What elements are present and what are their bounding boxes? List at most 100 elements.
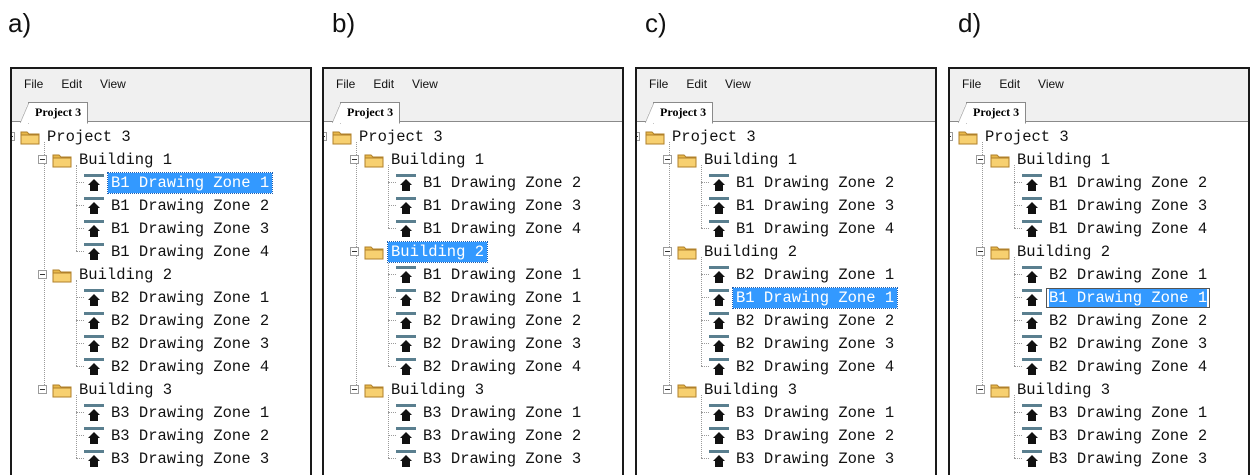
tree-node-building[interactable]: Building 3 [976,378,1113,401]
collapse-toggle-icon[interactable] [976,247,985,256]
collapse-toggle-icon[interactable] [38,155,47,164]
collapse-toggle-icon[interactable] [350,385,359,394]
collapse-toggle-icon[interactable] [38,270,47,279]
menu-file[interactable]: File [24,77,43,91]
tree-node-zone[interactable]: B3 Drawing Zone 2 [1022,424,1210,447]
tree-node-zone[interactable]: B1 Drawing Zone 2 [396,171,584,194]
menu-file[interactable]: File [962,77,981,91]
collapse-toggle-icon[interactable] [663,155,672,164]
menu-view[interactable]: View [1038,77,1064,91]
tree-node-zone[interactable]: B1 Drawing Zone 2 [84,194,272,217]
tree-node-zone[interactable]: B1 Drawing Zone 4 [709,217,897,240]
tree-node-zone[interactable]: B2 Drawing Zone 1 [396,286,584,309]
collapse-toggle-icon[interactable] [350,247,359,256]
menu-edit[interactable]: Edit [686,77,707,91]
tree-node-building[interactable]: Building 2 [976,240,1113,263]
tree-node-zone[interactable]: B1 Drawing Zone 3 [396,194,584,217]
tree-node-zone[interactable]: B1 Drawing Zone 4 [1022,217,1210,240]
tab-project[interactable]: Project 3 [957,102,1027,124]
tree-node-zone[interactable]: B2 Drawing Zone 1 [709,263,897,286]
tree-node-zone[interactable]: B1 Drawing Zone 1 [84,171,274,194]
drawing-zone-icon [1022,426,1042,445]
tree-node-zone[interactable]: B1 Drawing Zone 3 [709,194,897,217]
tree-node-building[interactable]: Building 3 [350,378,487,401]
tree-node-zone[interactable]: B2 Drawing Zone 2 [1022,309,1210,332]
tree-node-zone[interactable]: B2 Drawing Zone 2 [84,309,272,332]
tree-node-project[interactable]: Project 3 [12,125,134,148]
tree-node-building[interactable]: Building 1 [38,148,175,171]
tree-node-zone[interactable]: B2 Drawing Zone 1 [84,286,272,309]
tree-node-building[interactable]: Building 1 [350,148,487,171]
tree-node-zone[interactable]: B3 Drawing Zone 2 [84,424,272,447]
tree-node-project[interactable]: Project 3 [324,125,446,148]
tree-node-zone[interactable]: B1 Drawing Zone 2 [1022,171,1210,194]
tree-node-zone[interactable]: B2 Drawing Zone 3 [84,332,272,355]
tree-node-zone[interactable]: B3 Drawing Zone 1 [84,401,272,424]
tree-node-project[interactable]: Project 3 [950,125,1072,148]
tree-node-zone[interactable]: B1 Drawing Zone 4 [84,240,272,263]
menu-edit[interactable]: Edit [373,77,394,91]
menu-edit[interactable]: Edit [61,77,82,91]
drawing-zone-icon [709,265,729,284]
tree-node-zone[interactable]: B3 Drawing Zone 2 [709,424,897,447]
collapse-toggle-icon[interactable] [663,247,672,256]
menu-view[interactable]: View [725,77,751,91]
collapse-toggle-icon[interactable] [637,132,640,141]
tab-project[interactable]: Project 3 [644,102,714,124]
tree-node-zone[interactable]: B1 Drawing Zone 1 [396,263,584,286]
collapse-toggle-icon[interactable] [350,155,359,164]
tree-node-building[interactable]: Building 3 [38,378,175,401]
collapse-toggle-icon[interactable] [38,385,47,394]
menu-view[interactable]: View [100,77,126,91]
tree-node-zone[interactable]: B1 Drawing Zone 1 [1022,286,1211,309]
tree-node-zone[interactable]: B1 Drawing Zone 2 [709,171,897,194]
folder-icon [52,382,72,398]
tab-project[interactable]: Project 3 [19,102,89,124]
menu-file[interactable]: File [336,77,355,91]
menu-view[interactable]: View [412,77,438,91]
tree-node-zone[interactable]: B3 Drawing Zone 2 [396,424,584,447]
tree-node-zone[interactable]: B3 Drawing Zone 1 [1022,401,1210,424]
tree-node-project[interactable]: Project 3 [637,125,759,148]
tree-node-zone[interactable]: B3 Drawing Zone 3 [1022,447,1210,470]
collapse-toggle-icon[interactable] [12,132,15,141]
tree-node-zone[interactable]: B2 Drawing Zone 4 [396,355,584,378]
tree-connector [701,458,709,459]
tree-node-zone[interactable]: B2 Drawing Zone 1 [1022,263,1210,286]
tree-node-zone[interactable]: B3 Drawing Zone 3 [84,447,272,470]
tree-node-building[interactable]: Building 2 [350,240,489,263]
tree-node-building[interactable]: Building 2 [663,240,800,263]
tree-node-zone[interactable]: B2 Drawing Zone 2 [709,309,897,332]
tree-node-zone[interactable]: B2 Drawing Zone 4 [709,355,897,378]
tree-node-zone[interactable]: B2 Drawing Zone 3 [1022,332,1210,355]
tree-node-zone[interactable]: B3 Drawing Zone 3 [396,447,584,470]
tree-node-zone[interactable]: B2 Drawing Zone 2 [396,309,584,332]
tree-node-building[interactable]: Building 1 [976,148,1113,171]
menu-file[interactable]: File [649,77,668,91]
tree-node-zone[interactable]: B1 Drawing Zone 4 [396,217,584,240]
tree-node-zone[interactable]: B2 Drawing Zone 3 [396,332,584,355]
tree-node-zone[interactable]: B1 Drawing Zone 1 [709,286,899,309]
tree-node-building[interactable]: Building 1 [663,148,800,171]
tree-node-zone[interactable]: B1 Drawing Zone 3 [84,217,272,240]
tree-node-zone[interactable]: B2 Drawing Zone 4 [1022,355,1210,378]
folder-icon [990,244,1010,260]
collapse-toggle-icon[interactable] [663,385,672,394]
tree-node-zone[interactable]: B3 Drawing Zone 3 [709,447,897,470]
tree-node-building[interactable]: Building 3 [663,378,800,401]
tree-node-zone[interactable]: B2 Drawing Zone 4 [84,355,272,378]
tree-node-zone[interactable]: B1 Drawing Zone 3 [1022,194,1210,217]
collapse-toggle-icon[interactable] [950,132,953,141]
tab-project[interactable]: Project 3 [331,102,401,124]
tree-node-zone[interactable]: B2 Drawing Zone 3 [709,332,897,355]
collapse-toggle-icon[interactable] [976,155,985,164]
tree-node-building[interactable]: Building 2 [38,263,175,286]
menu-edit[interactable]: Edit [999,77,1020,91]
drawing-zone-icon [396,449,416,468]
tree-node-zone[interactable]: B3 Drawing Zone 1 [709,401,897,424]
tree-node-zone[interactable]: B3 Drawing Zone 1 [396,401,584,424]
collapse-toggle-icon[interactable] [976,385,985,394]
collapse-toggle-icon[interactable] [324,132,327,141]
tree-node-label: B1 Drawing Zone 3 [111,219,270,238]
rename-input[interactable]: B1 Drawing Zone 1 [1046,287,1211,308]
